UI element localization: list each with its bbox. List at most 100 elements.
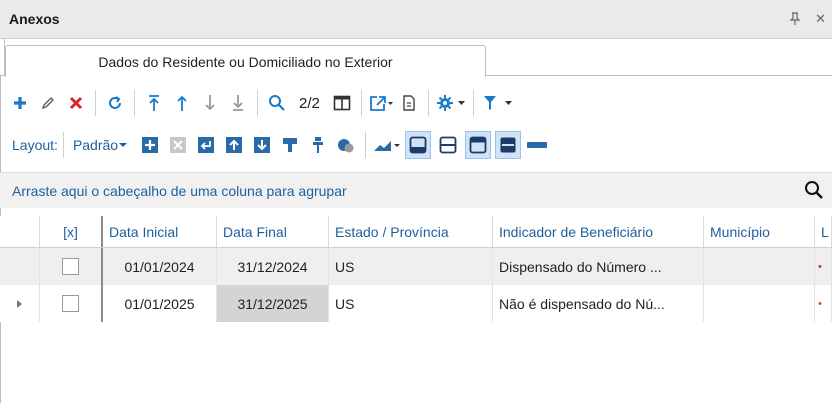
move-first-icon <box>149 95 159 111</box>
cell-municipio[interactable] <box>704 285 815 322</box>
cell-l[interactable]: • <box>815 285 832 322</box>
add-button[interactable] <box>8 89 32 117</box>
row-checkbox-cell[interactable] <box>40 285 103 322</box>
move-last-button[interactable] <box>226 89 250 117</box>
upload-layout-button[interactable] <box>222 131 246 159</box>
filter-icon <box>483 96 512 110</box>
text-style-button[interactable] <box>525 131 549 159</box>
layout-label: Layout: <box>12 137 58 153</box>
header-select-all[interactable]: [x] <box>40 216 103 247</box>
header-l[interactable]: L <box>815 216 832 247</box>
cell-data-inicial[interactable]: 01/01/2024 <box>103 248 217 285</box>
pin-icon[interactable] <box>789 12 801 29</box>
search-icon <box>269 95 285 111</box>
row-checkbox[interactable] <box>62 258 79 275</box>
layout-split-button[interactable] <box>435 131 461 159</box>
layout-bottom-button[interactable] <box>405 131 432 159</box>
table-row[interactable]: 01/01/2025 31/12/2025 US Não é dispensad… <box>0 285 832 322</box>
refresh-icon <box>109 96 121 109</box>
tab-dados-residente[interactable]: Dados do Residente ou Domiciliado no Ext… <box>5 45 486 77</box>
add-layout-button[interactable] <box>138 131 162 159</box>
chevron-down-icon <box>119 143 128 147</box>
panel-split-icon <box>439 136 457 154</box>
panel-bottom-icon <box>409 136 427 154</box>
delete-box-icon <box>170 137 187 153</box>
pin-column-button[interactable] <box>306 131 330 159</box>
current-row-arrow-icon <box>16 299 22 308</box>
export-button[interactable] <box>369 89 393 117</box>
cell-data-final-focused[interactable]: 31/12/2025 <box>217 285 329 322</box>
columns-button[interactable] <box>330 89 354 117</box>
add-icon <box>14 97 26 109</box>
row-indicator <box>0 248 40 285</box>
grid-header: [x] Data Inicial Data Final Estado / Pro… <box>0 216 832 248</box>
move-up-button[interactable] <box>170 89 194 117</box>
close-icon[interactable]: ✕ <box>815 12 826 29</box>
grid-toolbar: 2/2 <box>0 86 832 120</box>
move-last-icon <box>233 95 243 111</box>
table-row[interactable]: 01/01/2024 31/12/2024 US Dispensado do N… <box>0 248 832 285</box>
download-box-icon <box>254 137 271 153</box>
export-icon <box>369 96 393 111</box>
settings-icon <box>436 95 465 111</box>
panel-header: Anexos ✕ <box>0 0 832 39</box>
group-by-bar[interactable]: Arraste aqui o cabeçalho de uma coluna p… <box>0 172 832 208</box>
layout-full-button[interactable] <box>495 131 522 159</box>
cell-estado[interactable]: US <box>329 248 493 285</box>
delete-icon <box>69 96 83 110</box>
panel-top-icon <box>469 136 487 154</box>
cell-l[interactable]: • <box>815 248 832 285</box>
edit-button[interactable] <box>36 89 60 117</box>
header-municipio[interactable]: Município <box>704 216 815 247</box>
cell-indicador[interactable]: Dispensado do Número ... <box>493 248 704 285</box>
paint-format-button[interactable] <box>278 131 302 159</box>
layout-value: Padrão <box>72 137 119 153</box>
chart-button[interactable] <box>373 131 401 159</box>
cell-indicador[interactable]: Não é dispensado do Nú... <box>493 285 704 322</box>
download-layout-button[interactable] <box>250 131 274 159</box>
layout-toolbar: Layout: Padrão <box>0 128 832 162</box>
pin-column-icon <box>313 137 324 153</box>
header-indicador[interactable]: Indicador de Beneficiário <box>493 216 704 247</box>
cell-estado[interactable]: US <box>329 285 493 322</box>
header-data-final[interactable]: Data Final <box>217 216 329 247</box>
tab-label: Dados do Residente ou Domiciliado no Ext… <box>98 53 393 70</box>
cell-data-final[interactable]: 31/12/2024 <box>217 248 329 285</box>
area-chart-icon <box>374 141 401 151</box>
edit-icon <box>41 97 54 110</box>
layout-top-button[interactable] <box>465 131 492 159</box>
layout-select[interactable]: Padrão <box>73 137 128 153</box>
upload-box-icon <box>226 137 243 153</box>
group-by-hint: Arraste aqui o cabeçalho de uma coluna p… <box>12 182 347 199</box>
paint-brush-icon <box>283 138 298 152</box>
row-indicator <box>0 285 40 322</box>
filter-button[interactable] <box>481 89 515 117</box>
search-button[interactable] <box>265 89 289 117</box>
delete-layout-button[interactable] <box>166 131 190 159</box>
cell-data-inicial[interactable]: 01/01/2025 <box>103 285 217 322</box>
color-fill-icon <box>338 139 354 153</box>
move-first-button[interactable] <box>142 89 166 117</box>
color-fill-button[interactable] <box>334 131 358 159</box>
refresh-button[interactable] <box>103 89 127 117</box>
row-checkbox[interactable] <box>62 295 79 312</box>
document-button[interactable] <box>397 89 421 117</box>
truncated-mark: • <box>818 297 822 310</box>
search-icon[interactable] <box>804 180 824 203</box>
move-down-button[interactable] <box>198 89 222 117</box>
document-icon <box>403 95 415 111</box>
tabstrip: Dados do Residente ou Domiciliado no Ext… <box>0 39 832 77</box>
abc-icon <box>527 142 548 148</box>
panel-full-icon <box>500 137 516 153</box>
header-data-inicial[interactable]: Data Inicial <box>103 216 217 247</box>
header-estado[interactable]: Estado / Província <box>329 216 493 247</box>
truncated-mark: • <box>818 260 822 273</box>
settings-button[interactable] <box>436 89 466 117</box>
header-indicator <box>0 216 40 247</box>
cell-municipio[interactable] <box>704 248 815 285</box>
save-layout-button[interactable] <box>194 131 218 159</box>
add-box-icon <box>142 137 159 153</box>
row-checkbox-cell[interactable] <box>40 248 103 285</box>
delete-button[interactable] <box>64 89 88 117</box>
panel-title: Anexos <box>9 11 60 27</box>
